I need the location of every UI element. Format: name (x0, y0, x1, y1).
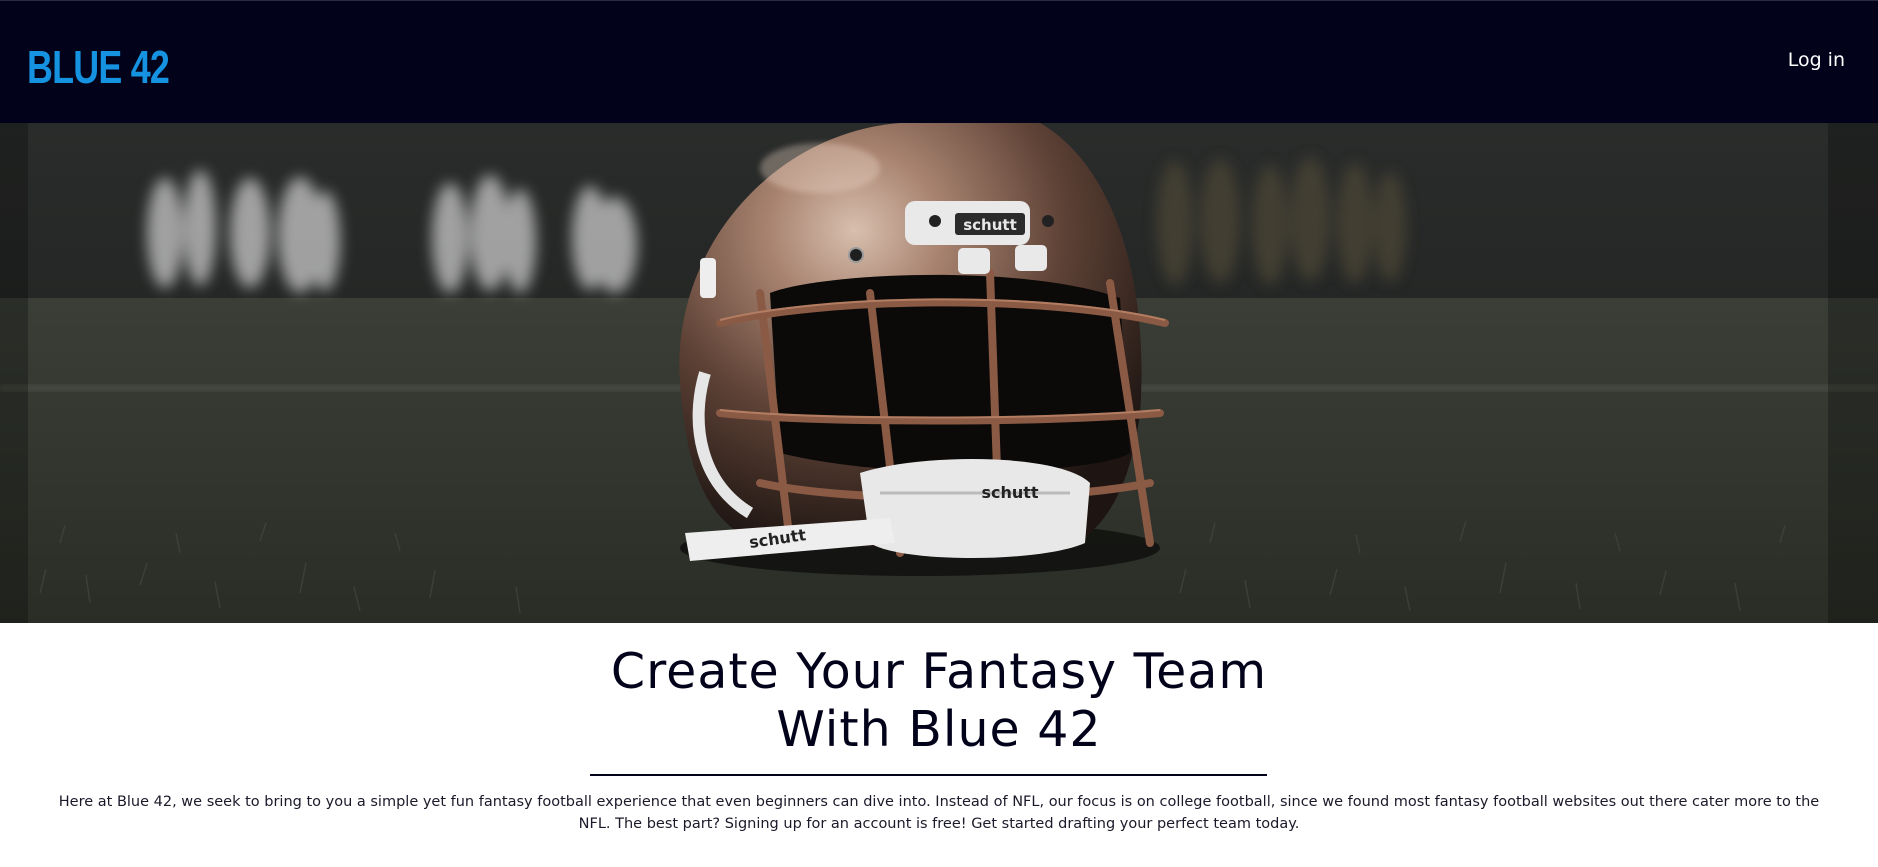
brand-logo[interactable]: BLUE 42 (27, 39, 170, 95)
helmet-brand-text: schutt (963, 216, 1017, 234)
login-link[interactable]: Log in (1788, 49, 1845, 71)
hero-banner: schutt schutt schutt (0, 123, 1878, 623)
headline-divider (590, 774, 1267, 776)
headline-line-1: Create Your Fantasy Team (610, 643, 1268, 700)
headline-line-2: With Blue 42 (776, 701, 1102, 758)
intro-description: Here at Blue 42, we seek to bring to you… (58, 794, 1820, 832)
top-navbar: BLUE 42 Log in (0, 0, 1878, 123)
hero-image: schutt schutt schutt (0, 123, 1878, 623)
page-title: Create Your Fantasy Team With Blue 42 (0, 643, 1878, 759)
svg-text:schutt: schutt (981, 483, 1038, 502)
